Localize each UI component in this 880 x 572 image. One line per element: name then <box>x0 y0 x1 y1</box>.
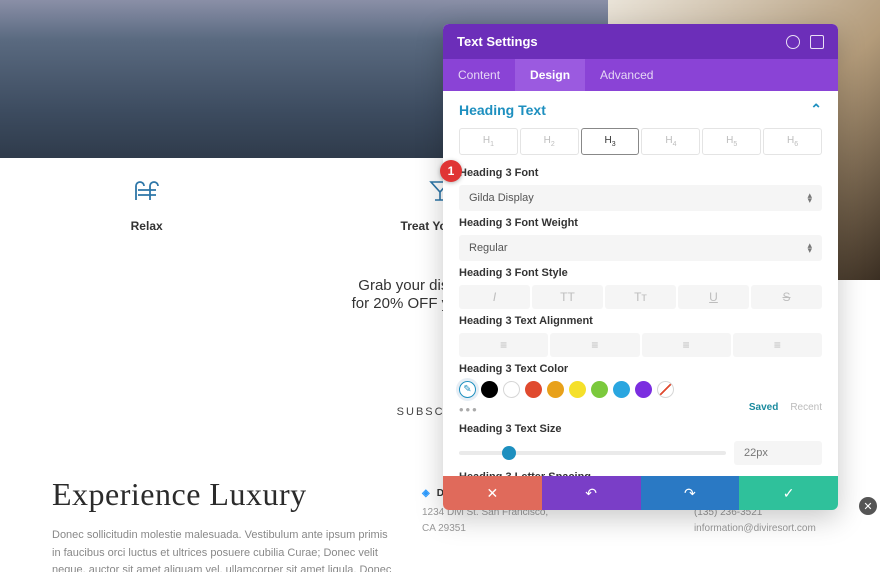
color-swatch[interactable] <box>613 381 630 398</box>
heading-level-row: H1 H2 H3 H4 H5 H6 <box>459 128 822 155</box>
undo-button[interactable]: ↶ <box>542 476 641 510</box>
color-swatch[interactable] <box>503 381 520 398</box>
page-paragraph: Donec sollicitudin molestie malesuada. V… <box>52 527 392 572</box>
style-underline[interactable]: U <box>678 285 749 309</box>
size-label: Heading 3 Text Size <box>459 423 822 435</box>
cancel-button[interactable]: ✕ <box>443 476 542 510</box>
style-capitalize[interactable]: Tᴛ <box>605 285 676 309</box>
caret-icon: ▴▾ <box>807 243 812 254</box>
expand-icon[interactable] <box>786 35 800 49</box>
redo-button[interactable]: ↷ <box>641 476 740 510</box>
text-size-slider[interactable] <box>459 451 726 455</box>
color-swatch[interactable] <box>635 381 652 398</box>
text-size-value[interactable]: 22px <box>734 441 822 465</box>
weight-select[interactable]: Regular▴▾ <box>459 235 822 261</box>
settings-tabs: Content Design Advanced <box>443 59 838 91</box>
save-button[interactable]: ✓ <box>739 476 838 510</box>
align-right[interactable]: ≡ <box>642 333 731 357</box>
font-select[interactable]: Gilda Display▴▾ <box>459 185 822 211</box>
weight-label: Heading 3 Font Weight <box>459 217 822 229</box>
color-none[interactable] <box>657 381 674 398</box>
color-swatch[interactable] <box>547 381 564 398</box>
toggle-icon[interactable] <box>810 35 824 49</box>
style-strike[interactable]: S <box>751 285 822 309</box>
heading-h1[interactable]: H1 <box>459 128 518 155</box>
align-center[interactable]: ≡ <box>550 333 639 357</box>
font-label: Heading 3 Font <box>459 167 822 179</box>
heading-h3[interactable]: H3 <box>581 128 640 155</box>
heading-h4[interactable]: H4 <box>641 128 700 155</box>
feature-item: Relax <box>0 178 293 258</box>
annotation-marker-1: 1 <box>440 160 462 182</box>
panel-title: Text Settings <box>457 34 538 49</box>
style-italic[interactable]: I <box>459 285 530 309</box>
color-tab-saved[interactable]: Saved <box>749 402 778 413</box>
align-justify[interactable]: ≡ <box>733 333 822 357</box>
color-swatch[interactable] <box>525 381 542 398</box>
heading-h2[interactable]: H2 <box>520 128 579 155</box>
chevron-up-icon: ⌃ <box>810 101 822 118</box>
style-uppercase[interactable]: TT <box>532 285 603 309</box>
color-label: Heading 3 Text Color <box>459 363 822 375</box>
color-swatch[interactable] <box>481 381 498 398</box>
tab-content[interactable]: Content <box>443 59 515 91</box>
caret-icon: ▴▾ <box>807 193 812 204</box>
pin-icon: ◈ <box>422 488 431 499</box>
section-heading-text[interactable]: Heading Text ⌃ <box>459 91 822 128</box>
pool-ladder-icon <box>130 178 164 204</box>
align-left[interactable]: ≡ <box>459 333 548 357</box>
tab-design[interactable]: Design <box>515 59 585 91</box>
feature-label: Relax <box>0 219 293 233</box>
text-settings-panel: Text Settings Content Design Advanced He… <box>443 24 838 510</box>
tab-advanced[interactable]: Advanced <box>585 59 668 91</box>
color-swatch[interactable] <box>569 381 586 398</box>
align-label: Heading 3 Text Alignment <box>459 315 822 327</box>
more-colors-icon[interactable]: ••• <box>459 402 479 417</box>
style-label: Heading 3 Font Style <box>459 267 822 279</box>
heading-h5[interactable]: H5 <box>702 128 761 155</box>
color-picker-icon[interactable]: ✎ <box>459 381 476 398</box>
color-tab-recent[interactable]: Recent <box>790 402 822 413</box>
close-icon[interactable]: ✕ <box>859 497 877 515</box>
color-swatch[interactable] <box>591 381 608 398</box>
heading-h6[interactable]: H6 <box>763 128 822 155</box>
